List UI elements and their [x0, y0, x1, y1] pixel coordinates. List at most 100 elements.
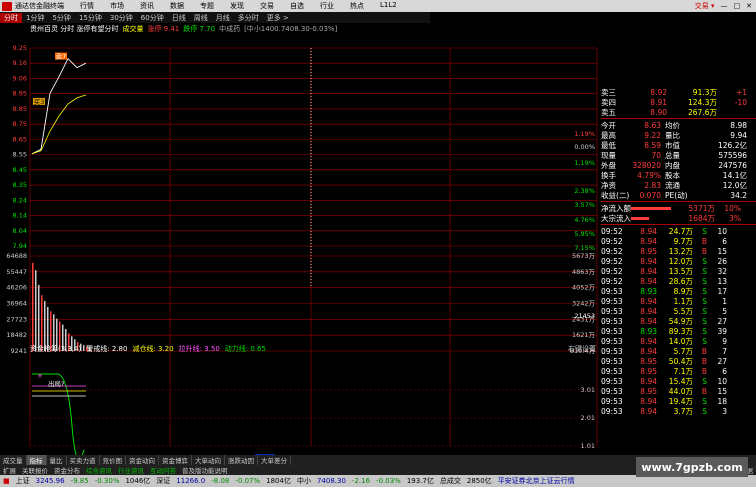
right-click-settings-button[interactable]: 右键设置: [568, 344, 596, 354]
tick-row-cell: 6: [722, 366, 727, 376]
sz-value: 11266.0: [176, 477, 206, 485]
tab-1min[interactable]: 1分钟: [22, 13, 48, 23]
volume-bar: [38, 284, 40, 351]
extension-tab[interactable]: 行业资讯: [115, 465, 147, 475]
indicator-tab[interactable]: 量比: [47, 455, 67, 465]
pct-tick-label: 5.95%: [574, 230, 595, 238]
tab-monthly[interactable]: 月线: [212, 13, 234, 23]
zx-value: 7408.30: [316, 477, 346, 485]
extension-tab[interactable]: 扩展: [0, 465, 19, 475]
tick-row: 09:52 8.94 28.6万 S 13: [601, 276, 756, 286]
tab-15min[interactable]: 15分钟: [75, 13, 106, 23]
tick-row-cell: 09:53: [601, 326, 623, 336]
volume-right-tick-label: 4052万: [572, 284, 596, 292]
indicator-tab[interactable]: 买卖力道: [67, 455, 100, 465]
indicator-tab[interactable]: 资金动向: [126, 455, 159, 465]
zx-change: -2.16: [351, 477, 371, 485]
indicator-reduce: 减仓线: 3.20: [132, 345, 174, 353]
menu-trade[interactable]: 交易: [252, 1, 282, 11]
indicator-tab[interactable]: 涨跌动因: [225, 455, 258, 465]
volume-bar: [41, 295, 43, 351]
tick-row: 09:53 8.95 44.0万 B 15: [601, 386, 756, 396]
indicator-tab[interactable]: 成交量: [0, 455, 27, 465]
tick-row: 09:53 8.95 50.4万 B 27: [601, 356, 756, 366]
menu-hot[interactable]: 热点: [342, 1, 372, 11]
tick-row-cell: 27: [717, 316, 727, 326]
tick-row: 09:53 8.93 8.9万 S 17: [601, 286, 756, 296]
tick-row: 09:52 8.94 24.7万 S 10: [601, 226, 756, 236]
tick-row-cell: 8.94: [640, 226, 657, 236]
indicator-warn: 警戒线: 2.80: [86, 345, 128, 353]
extension-tab[interactable]: 资金分布: [51, 465, 83, 475]
stat-row-cell: 9.94: [730, 130, 747, 140]
tick-row-cell: S: [702, 266, 707, 276]
sz-label: 深证: [156, 477, 171, 485]
tick-row-cell: 8.94: [640, 266, 657, 276]
stock-name: 贵州百灵 分时 涨停有望分时: [30, 25, 119, 33]
indicator-tab[interactable]: 资金博弈: [159, 455, 192, 465]
extension-tab[interactable]: 互动问答: [147, 465, 179, 475]
tick-list[interactable]: 09:52 8.94 24.7万 S 10 09:52 8.94 9.7万 B 6 09:52 8.9…: [601, 226, 756, 416]
tick-row-cell: 5: [722, 306, 727, 316]
extension-tab[interactable]: 综合资讯: [83, 465, 115, 475]
tab-60min[interactable]: 60分钟: [137, 13, 168, 23]
menu-discover[interactable]: 发现: [222, 1, 252, 11]
menu-market[interactable]: 市场: [102, 1, 132, 11]
broker-link[interactable]: 平安证券北京上证云行情: [495, 476, 578, 486]
stat-row: 换手 4.79% 股本 14.1亿: [601, 170, 756, 180]
tick-row-cell: 17: [717, 286, 727, 296]
indicator-tab[interactable]: 指标: [26, 455, 47, 465]
tick-row-cell: 8.94: [640, 256, 657, 266]
title-bar: 通达信金融终端 行情 市场 资讯 数据 专题 发现 交易 自选 行业 热点 L1…: [0, 0, 756, 12]
close-icon[interactable]: ✕: [746, 2, 752, 10]
pct-tick-label: 3.57%: [574, 201, 595, 209]
tab-5min[interactable]: 5分钟: [48, 13, 74, 23]
indicator-tab[interactable]: 竞价图: [100, 455, 126, 465]
indicator-title[interactable]: 资金抢筹(3,3,4): [30, 344, 81, 354]
ask-row-cell: 8.92: [650, 87, 667, 97]
tab-multi[interactable]: 多分时: [234, 13, 263, 23]
tab-30min[interactable]: 30分钟: [106, 13, 137, 23]
trade-dropdown[interactable]: 交易 ▾: [695, 1, 715, 11]
tick-row: 09:53 8.94 15.4万 S 10: [601, 376, 756, 386]
volume-tick-label: 55447: [6, 268, 27, 276]
tick-row: 09:53 8.94 54.9万 S 27: [601, 316, 756, 326]
maximize-icon[interactable]: □: [734, 2, 741, 10]
menu-data[interactable]: 数据: [162, 1, 192, 11]
vol-label: 成交量: [122, 25, 144, 33]
extension-tab[interactable]: 普及版功能说明: [179, 465, 231, 475]
price-tick-label: 9.25: [13, 44, 27, 52]
pct-tick-label: 1.19%: [574, 159, 595, 167]
minimize-icon[interactable]: —: [721, 2, 728, 10]
volume-right-tick-label: 4863万: [572, 268, 596, 276]
tab-daily[interactable]: 日线: [168, 13, 190, 23]
app-title: 通达信金融终端: [15, 2, 64, 10]
tab-intraday[interactable]: 分时: [0, 12, 22, 23]
indicator-tab[interactable]: 大单差分: [258, 455, 291, 465]
tick-row-cell: 09:53: [601, 346, 623, 356]
menu-news[interactable]: 资讯: [132, 1, 162, 11]
menu-watchlist[interactable]: 自选: [282, 1, 312, 11]
menu-topics[interactable]: 专题: [192, 1, 222, 11]
tick-row: 09:53 8.94 5.5万 S 5: [601, 306, 756, 316]
menu-quotes[interactable]: 行情: [72, 1, 102, 11]
intraday-chart[interactable]: 9.25 9.16 9.06 8.95 8.85 8.75 8.65 8.55 8.45 8.35…: [0, 23, 600, 481]
extension-tab[interactable]: 关联报价: [19, 465, 51, 475]
tab-more[interactable]: 更多 >: [263, 13, 293, 23]
menu-industry[interactable]: 行业: [312, 1, 342, 11]
flow-row: 净流入额 5371万 10%: [601, 203, 756, 213]
price-tick-label: 8.85: [13, 105, 27, 113]
volume-bar: [35, 270, 37, 351]
tick-row-cell: 8.95: [640, 246, 657, 256]
tick-row-cell: 8.93: [640, 326, 657, 336]
menu-l1l2[interactable]: L1L2: [372, 1, 405, 11]
tick-row-cell: 8.94: [640, 236, 657, 246]
tick-row-cell: 09:53: [601, 366, 623, 376]
stat-row-cell: 8.98: [730, 120, 747, 130]
tick-row-cell: 26: [717, 256, 727, 266]
tick-row-cell: 18: [717, 396, 727, 406]
tick-row-cell: 09:52: [601, 276, 623, 286]
tick-row-cell: 27: [717, 356, 727, 366]
tab-weekly[interactable]: 周线: [190, 13, 212, 23]
indicator-tab[interactable]: 大单动向: [192, 455, 225, 465]
